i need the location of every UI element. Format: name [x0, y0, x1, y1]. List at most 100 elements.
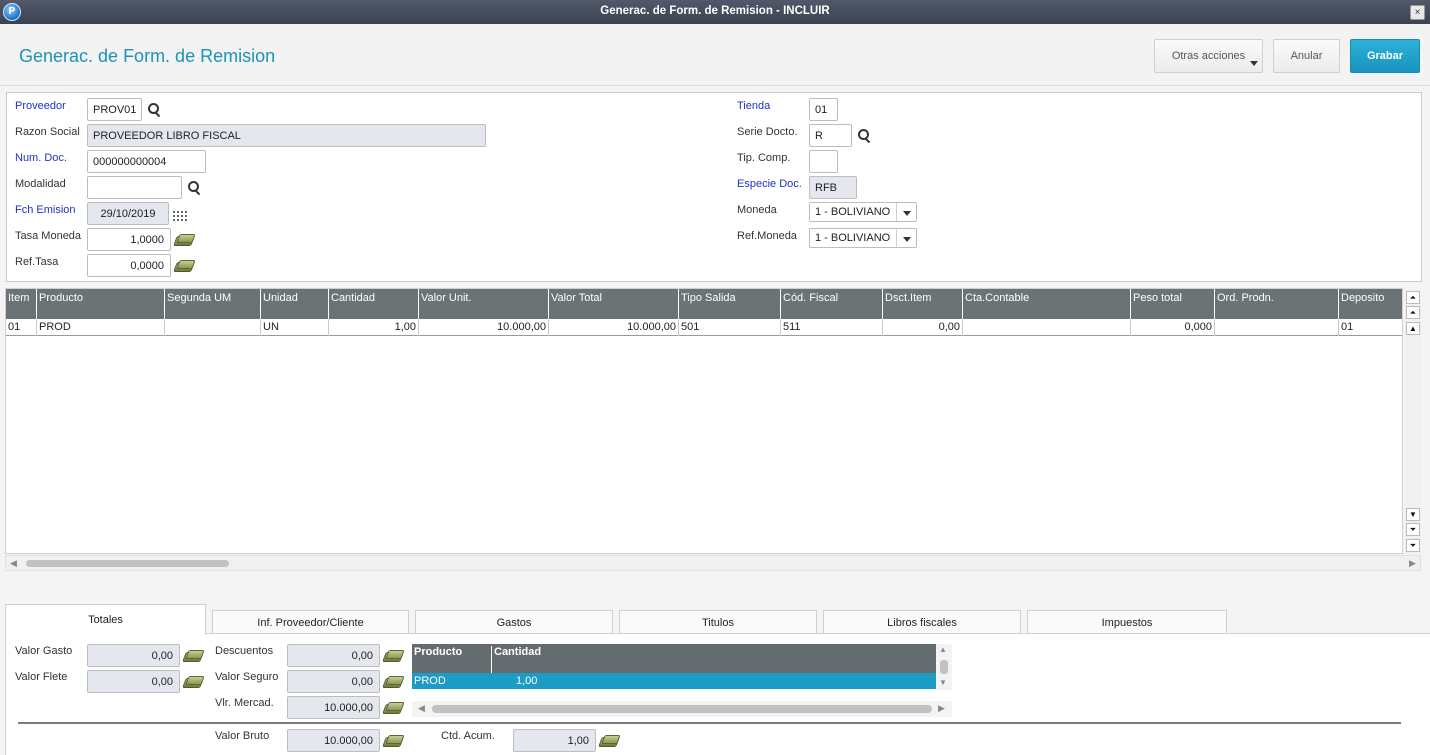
- grid-cell[interactable]: 511: [781, 319, 883, 336]
- money-icon[interactable]: [384, 702, 402, 714]
- ref-moneda-label: Ref.Moneda: [737, 230, 797, 242]
- tab-libros-fiscales[interactable]: Libros fiscales: [823, 610, 1021, 634]
- money-icon[interactable]: [600, 735, 618, 747]
- moneda-select[interactable]: 1 - BOLIVIANO: [809, 202, 917, 222]
- scroll-right-icon[interactable]: ▶: [1409, 558, 1416, 569]
- money-icon[interactable]: [184, 676, 202, 688]
- column-header[interactable]: Cód. Fiscal: [781, 289, 883, 319]
- product-summary-grid: Producto Cantidad PROD 1,00 ▲ ▼ ◀ ▶: [412, 644, 952, 718]
- column-header[interactable]: Dsct.Item: [883, 289, 963, 319]
- window-titlebar: P Generac. de Form. de Remision - INCLUI…: [0, 0, 1430, 24]
- scroll-page-up-icon[interactable]: ⏶: [1406, 306, 1420, 319]
- grid-vertical-scrollbar[interactable]: ⏶ ⏶ ▲ ▼ ⏷ ⏷: [1405, 290, 1421, 554]
- fch-emision-field[interactable]: 29/10/2019: [87, 202, 169, 225]
- grid-cell[interactable]: PROD: [37, 319, 165, 336]
- scroll-down-icon[interactable]: ▼: [939, 678, 947, 687]
- scrollbar-thumb[interactable]: [940, 660, 948, 674]
- header-form: Proveedor PROV01 Razon Social PROVEEDOR …: [6, 92, 1422, 282]
- tab-impuestos[interactable]: Impuestos: [1027, 610, 1227, 634]
- column-header[interactable]: Peso total: [1131, 289, 1215, 319]
- scroll-right-icon[interactable]: ▶: [938, 703, 945, 714]
- modalidad-label: Modalidad: [15, 178, 66, 190]
- scroll-left-icon[interactable]: ◀: [418, 703, 425, 714]
- scroll-top-icon[interactable]: ⏶: [1406, 291, 1420, 304]
- money-icon[interactable]: [184, 650, 202, 662]
- modalidad-field[interactable]: [87, 176, 182, 199]
- grid-cell[interactable]: 01: [1339, 319, 1402, 336]
- grid-cell[interactable]: 501: [679, 319, 781, 336]
- column-header[interactable]: Segunda UM: [165, 289, 261, 319]
- scroll-up-icon[interactable]: ▲: [939, 645, 947, 654]
- valor-flete-label: Valor Flete: [15, 671, 68, 683]
- grid-cell[interactable]: 1,00: [516, 675, 537, 687]
- grid-cell[interactable]: 10.000,00: [419, 319, 549, 336]
- tab-totales[interactable]: Totales: [5, 604, 206, 635]
- mini-vertical-scrollbar[interactable]: ▲ ▼: [936, 644, 952, 690]
- column-header[interactable]: Cta.Contable: [963, 289, 1131, 319]
- money-icon[interactable]: [384, 650, 402, 662]
- table-row[interactable]: PROD 1,00: [412, 673, 936, 689]
- search-icon[interactable]: [856, 128, 872, 144]
- column-header[interactable]: Deposito: [1339, 289, 1402, 319]
- scroll-bottom-icon[interactable]: ⏷: [1406, 539, 1420, 552]
- grid-cell[interactable]: 01: [6, 319, 37, 336]
- grid-cell[interactable]: [165, 319, 261, 336]
- scroll-left-icon[interactable]: ◀: [10, 558, 17, 569]
- grid-cell[interactable]: UN: [261, 319, 329, 336]
- column-header[interactable]: Producto: [414, 646, 492, 673]
- column-header[interactable]: Unidad: [261, 289, 329, 319]
- grid-cell[interactable]: [963, 319, 1131, 336]
- grid-cell[interactable]: 10.000,00: [549, 319, 679, 336]
- serie-docto-field[interactable]: R: [809, 124, 852, 147]
- anular-button[interactable]: Anular: [1273, 39, 1340, 73]
- search-icon[interactable]: [146, 102, 162, 118]
- tienda-label: Tienda: [737, 100, 771, 112]
- chevron-down-icon[interactable]: [896, 203, 916, 221]
- otras-acciones-button[interactable]: Otras acciones: [1154, 39, 1263, 73]
- ref-tasa-field[interactable]: 0,0000: [87, 254, 171, 277]
- scrollbar-thumb[interactable]: [432, 705, 932, 713]
- table-row[interactable]: 01 PROD UN 1,00 10.000,00 10.000,00 501 …: [6, 319, 1402, 336]
- search-icon[interactable]: [186, 180, 202, 196]
- mini-horizontal-scrollbar[interactable]: ◀ ▶: [412, 701, 952, 717]
- column-header[interactable]: Cantidad: [329, 289, 419, 319]
- chevron-down-icon[interactable]: [896, 229, 916, 247]
- proveedor-field[interactable]: PROV01: [87, 98, 142, 121]
- column-header[interactable]: Valor Unit.: [419, 289, 549, 319]
- tasa-moneda-field[interactable]: 1,0000: [87, 228, 171, 251]
- scroll-page-down-icon[interactable]: ⏷: [1406, 523, 1420, 536]
- money-icon[interactable]: [384, 735, 402, 747]
- grid-cell[interactable]: PROD: [414, 675, 446, 687]
- column-header[interactable]: Cantidad: [494, 646, 541, 658]
- tienda-field[interactable]: 01: [809, 98, 838, 121]
- calendar-icon[interactable]: [173, 209, 189, 221]
- grid-cell[interactable]: 1,00: [329, 319, 419, 336]
- money-icon[interactable]: [175, 234, 193, 246]
- tab-titulos[interactable]: Titulos: [619, 610, 817, 634]
- column-header[interactable]: Item: [6, 289, 37, 319]
- close-window-button[interactable]: ×: [1410, 5, 1425, 20]
- grid-cell[interactable]: [1215, 319, 1339, 336]
- ctd-acum-label: Ctd. Acum.: [441, 730, 495, 742]
- column-header[interactable]: Tipo Salida: [679, 289, 781, 319]
- scroll-down-icon[interactable]: ▼: [1406, 508, 1420, 521]
- grid-cell[interactable]: 0,000: [1131, 319, 1215, 336]
- scrollbar-thumb[interactable]: [26, 560, 229, 567]
- ref-moneda-select[interactable]: 1 - BOLIVIANO: [809, 228, 917, 248]
- grabar-button[interactable]: Grabar: [1350, 39, 1420, 73]
- scroll-up-icon[interactable]: ▲: [1406, 322, 1420, 335]
- razon-social-field: PROVEEDOR LIBRO FISCAL: [87, 124, 486, 147]
- column-header[interactable]: Valor Total: [549, 289, 679, 319]
- grid-cell[interactable]: 0,00: [883, 319, 963, 336]
- razon-social-label: Razon Social: [15, 126, 80, 138]
- column-header[interactable]: Ord. Prodn.: [1215, 289, 1339, 319]
- grid-horizontal-scrollbar[interactable]: ◀ ▶: [5, 555, 1421, 571]
- tip-comp-field[interactable]: [809, 150, 838, 173]
- num-doc-field[interactable]: 000000000004: [87, 150, 206, 173]
- tab-gastos[interactable]: Gastos: [415, 610, 613, 634]
- grid-header: Item Producto Segunda UM Unidad Cantidad…: [6, 289, 1402, 319]
- money-icon[interactable]: [175, 260, 193, 272]
- money-icon[interactable]: [384, 676, 402, 688]
- tab-inf-proveedor[interactable]: Inf. Proveedor/Cliente: [212, 610, 409, 634]
- column-header[interactable]: Producto: [37, 289, 165, 319]
